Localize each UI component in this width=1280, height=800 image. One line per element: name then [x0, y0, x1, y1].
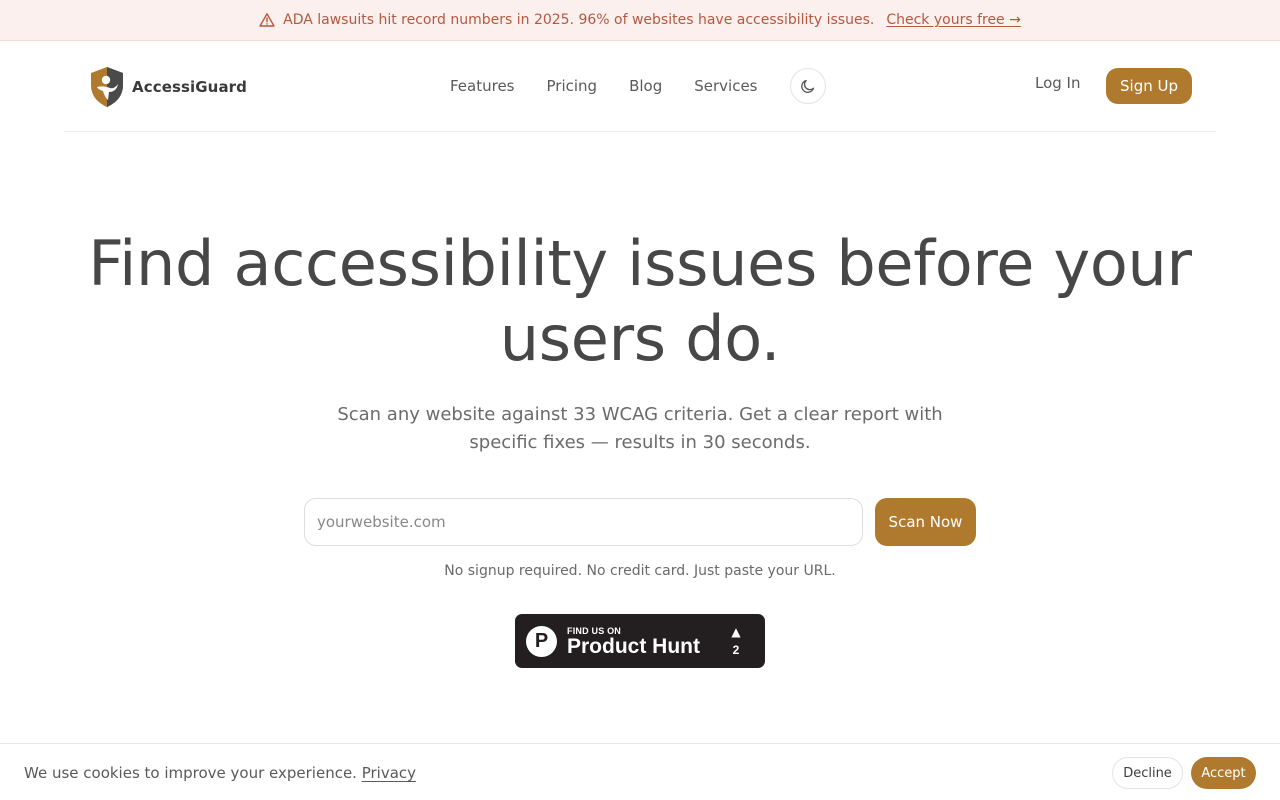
hero-subtitle-line-2: specific fixes — results in 30 seconds.	[469, 432, 811, 453]
product-hunt-logo-icon: P	[526, 626, 557, 657]
brand-logo[interactable]: AccessiGuard	[88, 65, 247, 109]
decline-cookies-button[interactable]: Decline	[1112, 757, 1183, 789]
hero-title-line-2: users do.	[499, 302, 781, 375]
hero-subtitle: Scan any website against 33 WCAG criteri…	[320, 401, 960, 457]
product-hunt-name: Product Hunt	[567, 635, 700, 658]
banner-message: ADA lawsuits hit record numbers in 2025.…	[283, 12, 875, 28]
cookie-message-text: We use cookies to improve your experienc…	[24, 764, 357, 782]
website-url-input[interactable]	[304, 498, 863, 546]
upvote-count: 2	[732, 643, 740, 657]
no-signup-note: No signup required. No credit card. Just…	[444, 563, 836, 579]
theme-toggle-button[interactable]	[789, 68, 826, 104]
login-link[interactable]: Log In	[1035, 74, 1081, 92]
shield-person-icon	[91, 67, 123, 107]
nav-pricing[interactable]: Pricing	[547, 77, 598, 95]
site-header: AccessiGuard Features Pricing Blog Servi…	[64, 41, 1216, 132]
cookie-consent-bar: We use cookies to improve your experienc…	[0, 743, 1280, 800]
signup-button[interactable]: Sign Up	[1106, 68, 1192, 104]
cookie-message: We use cookies to improve your experienc…	[24, 764, 416, 782]
privacy-link[interactable]: Privacy	[362, 764, 416, 782]
hero-subtitle-line-1: Scan any website against 33 WCAG criteri…	[337, 404, 943, 425]
accept-cookies-button[interactable]: Accept	[1191, 757, 1256, 789]
hero-title-line-1: Find accessibility issues before your	[88, 227, 1192, 300]
moon-icon	[800, 79, 814, 93]
check-free-link[interactable]: Check yours free →	[886, 12, 1021, 28]
nav-features[interactable]: Features	[450, 77, 515, 95]
scan-now-button[interactable]: Scan Now	[875, 498, 976, 546]
announcement-banner: ADA lawsuits hit record numbers in 2025.…	[0, 0, 1280, 41]
product-hunt-badge[interactable]: P FIND US ON Product Hunt ▲ 2	[515, 614, 765, 668]
nav-blog[interactable]: Blog	[629, 77, 662, 95]
hero-title: Find accessibility issues before your us…	[0, 226, 1280, 376]
brand-name: AccessiGuard	[132, 78, 248, 96]
main-nav: Features Pricing Blog Services	[450, 41, 826, 131]
warning-triangle-icon	[259, 12, 275, 28]
nav-services[interactable]: Services	[694, 77, 757, 95]
upvote-triangle-icon: ▲	[731, 625, 741, 639]
